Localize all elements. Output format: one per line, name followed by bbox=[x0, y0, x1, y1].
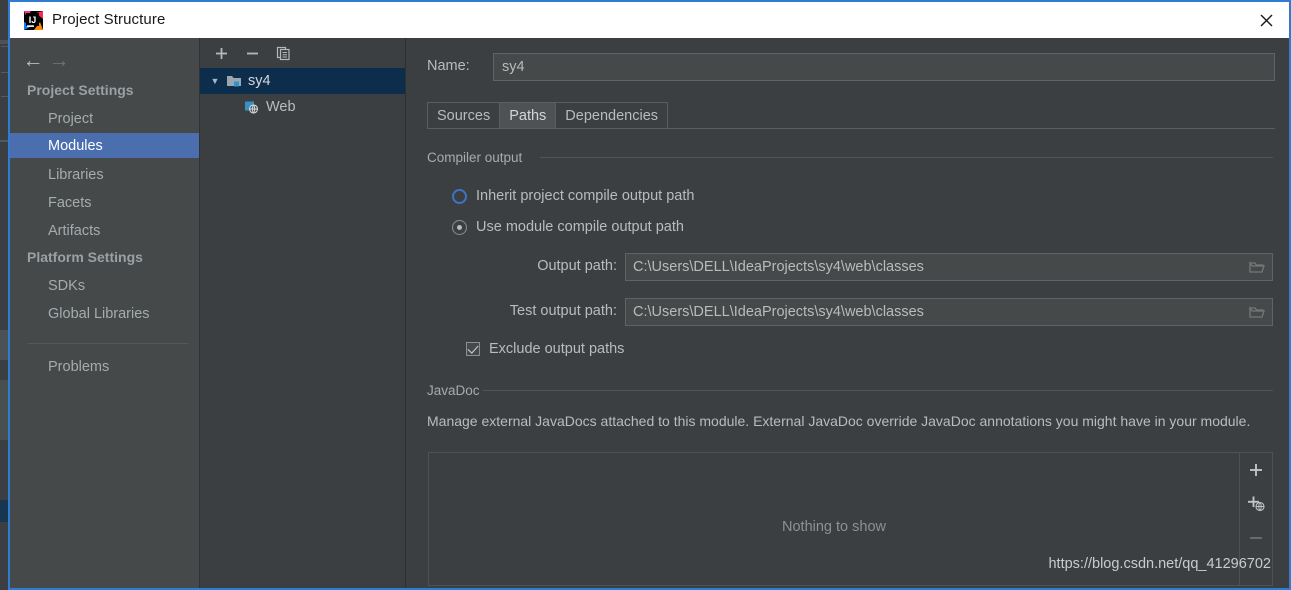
radio-label: Use module compile output path bbox=[476, 219, 684, 235]
sidebar-item-project[interactable]: Project bbox=[10, 106, 199, 131]
add-javadoc-url-button[interactable] bbox=[1240, 488, 1271, 518]
dialog-body: ← → Project Settings Project Modules Lib… bbox=[10, 38, 1289, 588]
web-facet-icon bbox=[241, 100, 261, 114]
minus-icon bbox=[246, 52, 258, 54]
tab-sources[interactable]: Sources bbox=[427, 102, 501, 129]
settings-sidebar: ← → Project Settings Project Modules Lib… bbox=[10, 38, 199, 588]
tab-label: Paths bbox=[509, 108, 547, 124]
tab-dependencies[interactable]: Dependencies bbox=[555, 102, 669, 129]
sidebar-item-modules[interactable]: Modules bbox=[10, 133, 199, 158]
sidebar-item-label: Project bbox=[48, 110, 94, 127]
copy-module-button[interactable] bbox=[271, 42, 295, 64]
sidebar-item-problems[interactable]: Problems bbox=[10, 354, 199, 379]
close-icon bbox=[1260, 14, 1272, 26]
sidebar-group-project-settings: Project Settings bbox=[27, 82, 134, 98]
compiler-output-group-line bbox=[540, 157, 1273, 158]
module-tree-panel: ▼ sy4 Web bbox=[199, 38, 405, 588]
module-folder-icon bbox=[224, 74, 244, 88]
navigation-arrows: ← → bbox=[16, 46, 106, 74]
tree-node-label: sy4 bbox=[248, 73, 271, 89]
tabs-underline bbox=[427, 128, 1275, 129]
project-structure-dialog: IJ Project Structure ← → Project Setting… bbox=[8, 0, 1291, 590]
radio-label: Inherit project compile output path bbox=[476, 188, 695, 204]
compiler-output-group-label: Compiler output bbox=[427, 150, 530, 165]
remove-javadoc-button[interactable] bbox=[1240, 523, 1271, 553]
javadoc-group-label: JavaDoc bbox=[427, 383, 487, 398]
tree-node-web[interactable]: Web bbox=[200, 94, 405, 120]
test-output-path-row: Test output path: bbox=[510, 298, 1273, 326]
screen: IJ Project Structure ← → Project Setting… bbox=[0, 0, 1291, 590]
sidebar-item-label: Modules bbox=[48, 137, 103, 154]
chevron-down-icon[interactable]: ▼ bbox=[206, 76, 224, 86]
radio-inherit-project-output[interactable]: Inherit project compile output path bbox=[452, 188, 694, 204]
output-path-label: Output path: bbox=[537, 258, 617, 274]
sidebar-item-label: Global Libraries bbox=[48, 305, 150, 322]
module-name-label: Name: bbox=[427, 58, 470, 74]
intellij-idea-icon: IJ bbox=[24, 11, 43, 30]
sidebar-divider bbox=[28, 343, 188, 344]
close-button[interactable] bbox=[1243, 2, 1289, 38]
tab-paths[interactable]: Paths bbox=[499, 102, 557, 129]
sidebar-item-label: SDKs bbox=[48, 277, 86, 294]
exclude-output-paths-checkbox-row[interactable]: Exclude output paths bbox=[466, 341, 624, 357]
sidebar-item-libraries[interactable]: Libraries bbox=[10, 162, 199, 187]
output-path-browse-button[interactable] bbox=[1242, 254, 1272, 280]
module-name-row: Name: bbox=[427, 53, 1275, 81]
output-path-row: Output path: bbox=[537, 253, 1273, 281]
tab-label: Dependencies bbox=[565, 108, 659, 124]
add-javadoc-button[interactable] bbox=[1240, 455, 1271, 485]
sidebar-group-platform-settings: Platform Settings bbox=[27, 249, 143, 265]
sidebar-item-sdks[interactable]: SDKs bbox=[10, 273, 199, 298]
add-url-icon bbox=[1247, 496, 1265, 511]
output-path-field bbox=[625, 253, 1273, 281]
sidebar-item-global-libraries[interactable]: Global Libraries bbox=[10, 301, 199, 326]
javadoc-group-line bbox=[483, 390, 1273, 391]
add-module-button[interactable] bbox=[209, 42, 233, 64]
sidebar-item-artifacts[interactable]: Artifacts bbox=[10, 218, 199, 243]
plus-icon bbox=[1249, 464, 1262, 476]
minus-icon bbox=[1249, 537, 1262, 539]
watermark-url: https://blog.csdn.net/qq_41296702 bbox=[1048, 556, 1271, 572]
test-output-path-label: Test output path: bbox=[509, 303, 617, 319]
test-output-path-field bbox=[625, 298, 1273, 326]
copy-icon bbox=[276, 46, 290, 60]
test-output-path-browse-button[interactable] bbox=[1242, 299, 1272, 325]
remove-module-button[interactable] bbox=[240, 42, 264, 64]
module-content-panel: Name: Sources Paths Dependencies bbox=[405, 38, 1289, 588]
svg-text:IJ: IJ bbox=[29, 15, 37, 25]
dialog-titlebar: IJ Project Structure bbox=[10, 0, 1289, 38]
checkbox-label: Exclude output paths bbox=[489, 341, 625, 357]
sidebar-item-facets[interactable]: Facets bbox=[10, 190, 199, 215]
checkbox-icon bbox=[466, 342, 480, 356]
radio-use-module-output[interactable]: Use module compile output path bbox=[452, 219, 684, 235]
javadoc-list-empty-text: Nothing to show bbox=[782, 519, 886, 535]
tree-node-sy4[interactable]: ▼ sy4 bbox=[200, 68, 405, 94]
dialog-title: Project Structure bbox=[52, 11, 166, 28]
tab-label: Sources bbox=[437, 108, 491, 124]
tree-node-label: Web bbox=[266, 99, 296, 115]
module-tree-toolbar bbox=[200, 38, 405, 67]
sidebar-item-label: Libraries bbox=[48, 166, 104, 183]
radio-button-icon bbox=[452, 188, 467, 204]
folder-browse-icon bbox=[1249, 305, 1265, 318]
module-name-input[interactable] bbox=[493, 53, 1275, 81]
sidebar-item-label: Facets bbox=[48, 194, 92, 211]
radio-button-icon bbox=[452, 219, 467, 235]
forward-arrow-icon[interactable]: → bbox=[42, 46, 76, 74]
sidebar-item-label: Artifacts bbox=[48, 222, 101, 239]
javadoc-description: Manage external JavaDocs attached to thi… bbox=[427, 413, 1251, 429]
output-path-input[interactable] bbox=[626, 254, 1242, 280]
folder-browse-icon bbox=[1249, 260, 1265, 273]
sidebar-item-label: Problems bbox=[48, 358, 110, 375]
plus-icon bbox=[215, 47, 227, 59]
module-tabs: Sources Paths Dependencies bbox=[427, 102, 1289, 129]
test-output-path-input[interactable] bbox=[626, 299, 1242, 325]
